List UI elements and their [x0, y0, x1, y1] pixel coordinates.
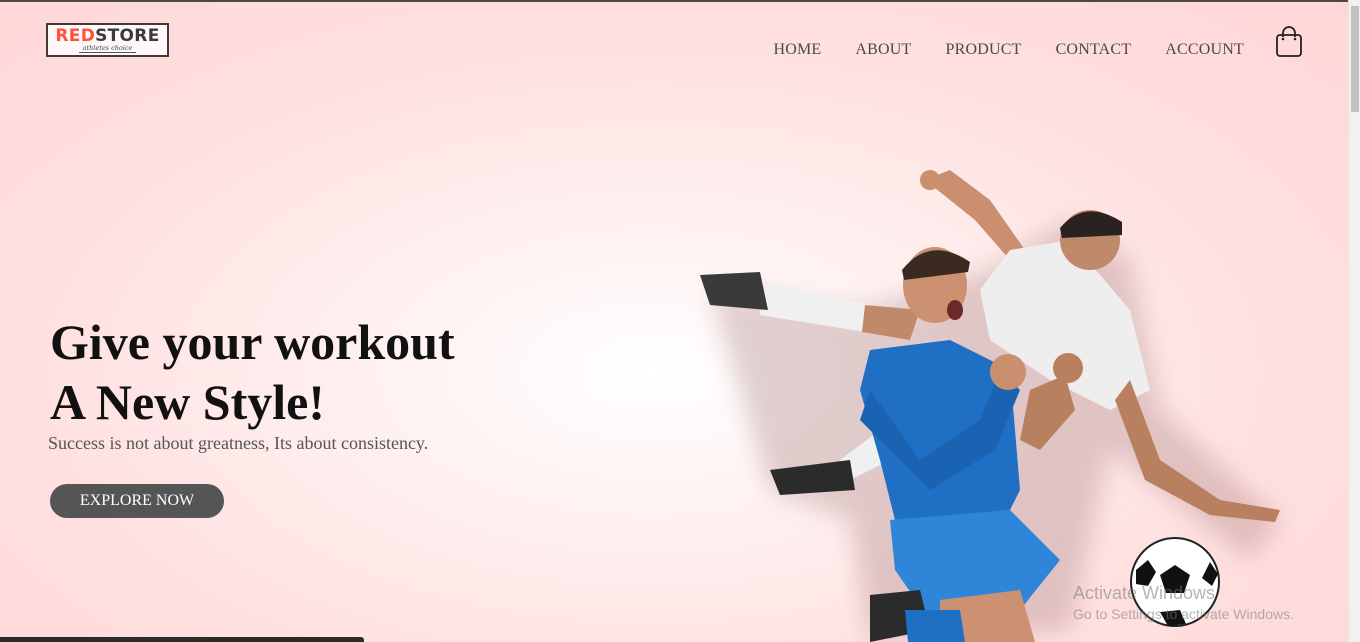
logo-tagline: athletes choice: [78, 45, 137, 53]
shopping-bag-icon[interactable]: [1274, 26, 1304, 58]
hero-title-line1: Give your workout: [50, 314, 455, 370]
activate-windows-watermark: Activate Windows Go to Settings to activ…: [1073, 583, 1294, 625]
nav-account[interactable]: ACCOUNT: [1165, 41, 1244, 59]
watermark-title: Activate Windows: [1073, 583, 1216, 603]
vertical-scrollbar[interactable]: [1348, 0, 1360, 642]
logo[interactable]: REDSTORE athletes choice: [46, 23, 169, 57]
hero-subtitle: Success is not about greatness, Its abou…: [48, 433, 429, 453]
horizontal-scroll-indicator: [0, 637, 364, 642]
logo-text: REDSTORE: [55, 26, 160, 46]
nav-product[interactable]: PRODUCT: [945, 41, 1021, 59]
nav-home[interactable]: HOME: [773, 41, 821, 59]
nav-about[interactable]: ABOUT: [855, 41, 911, 59]
watermark-subtitle: Go to Settings to activate Windows.: [1073, 606, 1294, 622]
nav-contact[interactable]: CONTACT: [1056, 41, 1132, 59]
football-players-image: [690, 160, 1310, 642]
scrollbar-thumb[interactable]: [1351, 6, 1359, 112]
main-nav: HOME ABOUT PRODUCT CONTACT ACCOUNT: [739, 41, 1244, 59]
hero-title: Give your workout A New Style!: [50, 312, 570, 432]
explore-now-button[interactable]: EXPLORE NOW: [50, 484, 224, 518]
hero-title-line2: A New Style!: [50, 374, 325, 430]
window-top-border: [0, 0, 1360, 2]
